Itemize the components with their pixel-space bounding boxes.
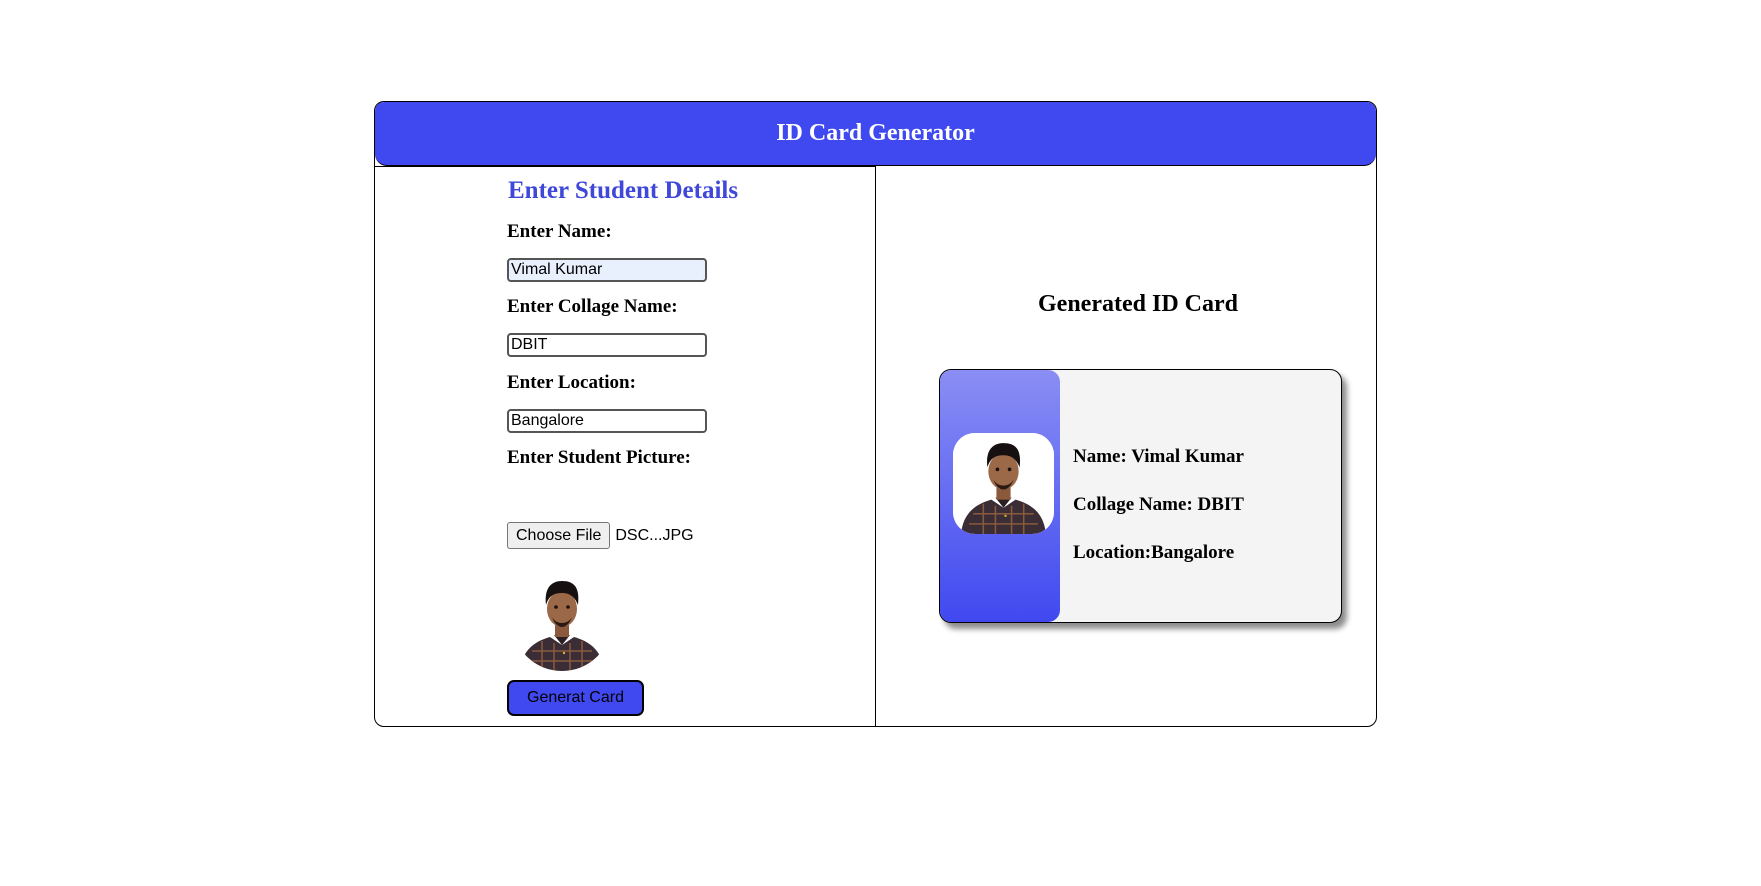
picture-label: Enter Student Picture:	[507, 447, 692, 468]
student-form-panel: Enter Student Details Enter Name: Enter …	[375, 166, 876, 726]
id-card: Name: Vimal Kumar Collage Name: DBIT Loc…	[939, 369, 1342, 623]
card-college: Collage Name: DBIT	[1073, 494, 1244, 515]
college-input[interactable]	[507, 333, 707, 357]
name-label: Enter Name:	[507, 221, 612, 242]
card-photo	[953, 433, 1054, 534]
generate-card-button[interactable]: Generat Card	[507, 680, 644, 716]
college-label: Enter Collage Name:	[507, 296, 678, 317]
generated-card-title: Generated ID Card	[1038, 291, 1238, 317]
file-name: DSC...JPG	[615, 526, 694, 544]
name-input[interactable]	[507, 258, 707, 282]
card-location: Location:Bangalore	[1073, 542, 1235, 563]
file-upload: Choose File DSC...JPG	[507, 522, 694, 549]
photo-preview	[512, 571, 612, 671]
student-photo-preview-image	[512, 571, 612, 671]
app-title: ID Card Generator	[776, 120, 975, 146]
student-photo-image	[953, 433, 1054, 534]
card-name: Name: Vimal Kumar	[1073, 446, 1244, 467]
app-header: ID Card Generator	[375, 102, 1376, 166]
choose-file-button[interactable]: Choose File	[507, 522, 611, 549]
id-card-app: ID Card Generator Enter Student Details …	[374, 101, 1377, 727]
location-input[interactable]	[507, 409, 707, 433]
location-label: Enter Location:	[507, 372, 636, 393]
form-title: Enter Student Details	[508, 177, 739, 204]
id-card-panel: Generated ID Card Name: Vimal Kumar Coll…	[876, 166, 1376, 726]
